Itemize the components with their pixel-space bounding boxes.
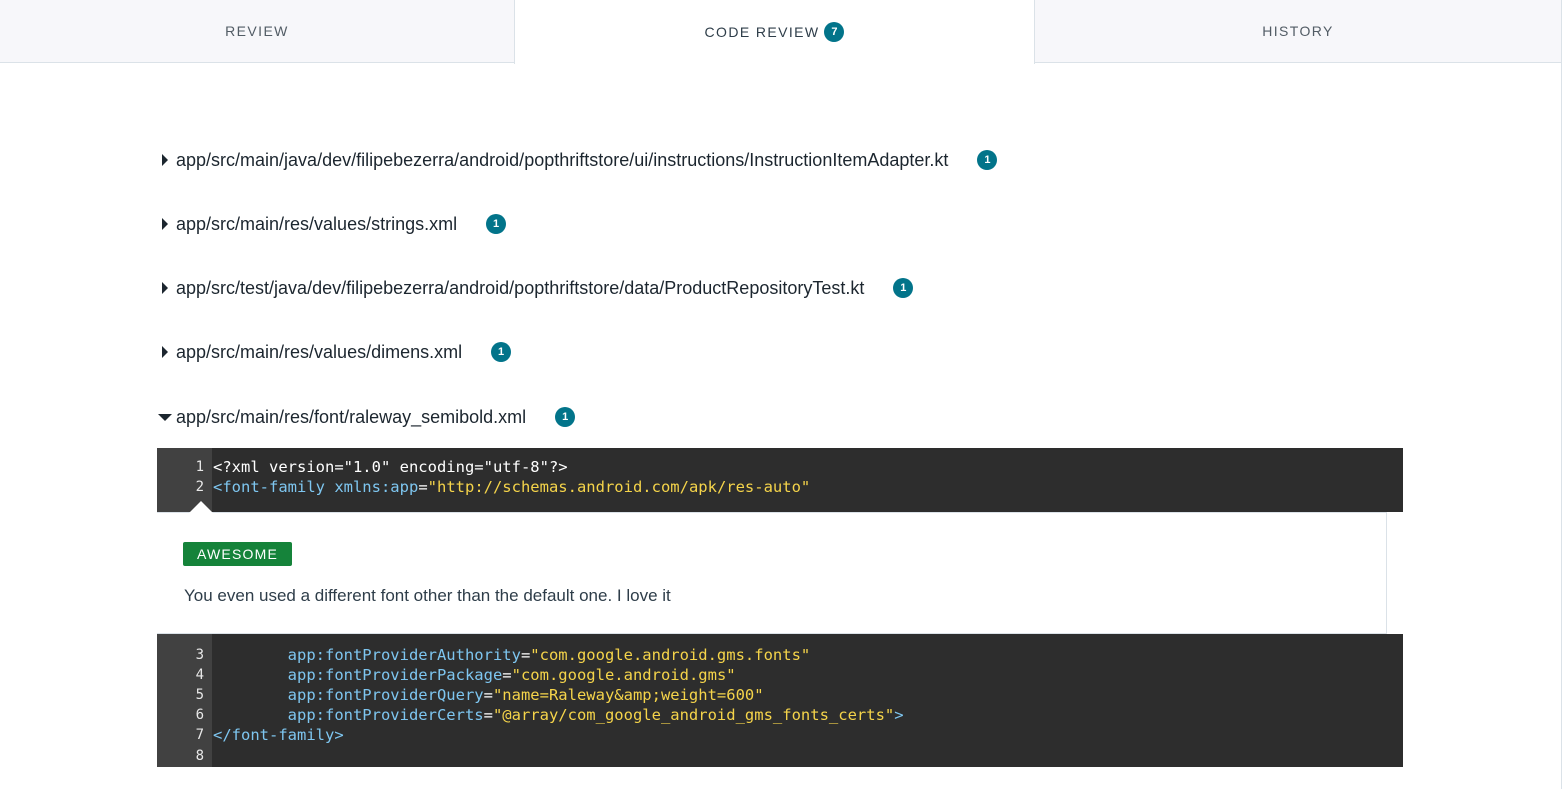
caret-right-icon: [158, 217, 172, 231]
code-block: 3 app:fontProviderAuthority="com.google.…: [157, 634, 1403, 767]
code-string: "com.google.android.gms": [511, 666, 736, 684]
code-line: 8: [157, 746, 213, 766]
caret-right-icon: [158, 345, 172, 359]
line-number: 4: [195, 667, 204, 683]
tab-code-review-label: CODE REVIEW: [704, 24, 820, 40]
code-string: "name=Raleway&amp;weight=600": [492, 686, 764, 704]
line-number: 5: [195, 687, 204, 703]
code-string: "http://schemas.android.com/apk/res-auto…: [427, 478, 811, 496]
line-number: 8: [195, 748, 204, 764]
code-attr: xmlns:app: [324, 478, 419, 496]
tab-code-review-count-badge: 7: [824, 22, 845, 42]
file-path: app/src/main/java/dev/filipebezerra/andr…: [176, 149, 949, 170]
code-string: "com.google.android.gms.fonts": [530, 646, 811, 664]
line-number: 6: [195, 707, 204, 723]
code-eq: =: [483, 706, 493, 724]
awesome-label: AWESOME: [183, 542, 292, 566]
code-text: </font-family>: [213, 726, 344, 744]
code-text: <?xml version="1.0" encoding="utf-8"?>: [213, 458, 568, 476]
comment-count-badge: 1: [977, 150, 998, 170]
comment-count-badge: 1: [893, 278, 914, 298]
code-line: 4 app:fontProviderPackage="com.google.an…: [157, 665, 736, 685]
code-line: 5 app:fontProviderQuery="name=Raleway&am…: [157, 685, 764, 705]
code-line: 6 app:fontProviderCerts="@array/com_goog…: [157, 705, 904, 725]
tab-bar: REVIEW CODE REVIEW 7 HISTORY: [0, 0, 1563, 64]
code-tag: <font-family: [213, 478, 325, 496]
code-line: 7 </font-family>: [157, 725, 344, 745]
comment-count-badge: 1: [555, 407, 576, 427]
review-comment: [157, 512, 1387, 634]
caret-down-icon: [158, 410, 172, 424]
line-number: 2: [195, 479, 204, 495]
code-attr: app:fontProviderPackage: [213, 666, 503, 684]
code-string: "@array/com_google_android_gms_fonts_cer…: [492, 706, 895, 724]
code-line: 1 <?xml version="1.0" encoding="utf-8"?>: [157, 457, 568, 477]
comment-text: You even used a different font other tha…: [184, 586, 671, 605]
comment-count-badge: 1: [486, 214, 507, 234]
tab-review-label: REVIEW: [225, 23, 289, 39]
comment-count-badge: 1: [491, 342, 512, 362]
caret-right-icon: [158, 281, 172, 295]
code-eq: =: [418, 478, 428, 496]
line-number: 1: [195, 459, 204, 475]
tab-history[interactable]: HISTORY: [1035, 0, 1562, 63]
code-tag-end: >: [894, 706, 904, 724]
file-item[interactable]: app/src/main/res/values/dimens.xml 1: [158, 340, 512, 364]
file-path: app/src/test/java/dev/filipebezerra/andr…: [176, 277, 865, 298]
tab-code-review[interactable]: CODE REVIEW 7: [514, 0, 1035, 64]
file-path: app/src/main/res/values/strings.xml: [176, 213, 458, 234]
code-eq: =: [502, 666, 512, 684]
code-block: 1 <?xml version="1.0" encoding="utf-8"?>…: [157, 448, 1403, 512]
tab-review[interactable]: REVIEW: [0, 0, 514, 63]
line-number: 3: [195, 647, 204, 663]
code-eq: =: [483, 686, 493, 704]
code-eq: =: [520, 646, 531, 664]
code-line: 2 <font-family xmlns:app="http://schemas…: [157, 477, 811, 497]
file-item[interactable]: app/src/test/java/dev/filipebezerra/andr…: [158, 276, 914, 300]
line-number: 7: [195, 727, 204, 743]
file-path: app/src/main/res/values/dimens.xml: [176, 341, 463, 362]
code-attr: app:fontProviderAuthority: [213, 646, 521, 664]
code-attr: app:fontProviderCerts: [213, 706, 484, 724]
code-line: 3 app:fontProviderAuthority="com.google.…: [157, 645, 811, 665]
file-item[interactable]: app/src/main/java/dev/filipebezerra/andr…: [158, 148, 998, 172]
file-item[interactable]: app/src/main/res/values/strings.xml 1: [158, 212, 507, 236]
tab-history-label: HISTORY: [1262, 23, 1334, 39]
file-path: app/src/main/res/font/raleway_semibold.x…: [176, 406, 527, 427]
file-item-expanded[interactable]: app/src/main/res/font/raleway_semibold.x…: [158, 405, 576, 429]
comment-pointer: [189, 501, 213, 513]
content-border: [1561, 63, 1562, 789]
code-attr: app:fontProviderQuery: [213, 686, 484, 704]
caret-right-icon: [158, 153, 172, 167]
